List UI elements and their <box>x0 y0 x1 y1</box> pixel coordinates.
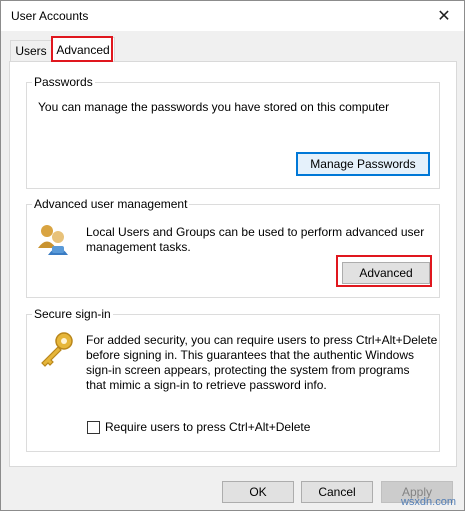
secure-sign-in-line3: sign-in screen appears, protecting the s… <box>86 363 410 377</box>
close-button[interactable]: ✕ <box>424 1 464 31</box>
cancel-button[interactable]: Cancel <box>301 481 373 503</box>
users-group-icon <box>36 222 72 256</box>
title-bar: User Accounts ✕ <box>1 1 464 31</box>
watermark: wsxdn.com <box>400 496 456 508</box>
secure-sign-in-label: Secure sign-in <box>32 307 113 321</box>
key-icon <box>36 330 76 370</box>
cancel-button-label: Cancel <box>318 485 356 499</box>
advanced-button[interactable]: Advanced <box>342 262 430 284</box>
tab-advanced[interactable]: Advanced <box>51 37 115 61</box>
dialog-footer: OK Cancel Apply wsxdn.com <box>1 467 464 510</box>
secure-sign-in-line1: For added security, you can require user… <box>86 333 438 347</box>
secure-sign-in-line2: before signing in. This guarantees that … <box>86 348 414 362</box>
advanced-tab-panel: Passwords You can manage the passwords y… <box>9 61 457 467</box>
secure-sign-in-line4: that mimic a sign-in to retrieve passwor… <box>86 378 327 392</box>
passwords-description: You can manage the passwords you have st… <box>38 100 390 114</box>
advanced-user-management-line2: management tasks. <box>86 240 191 254</box>
user-accounts-window: User Accounts ✕ Users Advanced Passwords… <box>0 0 465 511</box>
tab-users-label: Users <box>15 44 47 58</box>
advanced-user-management-label: Advanced user management <box>32 197 190 211</box>
window-title: User Accounts <box>11 9 89 23</box>
close-icon: ✕ <box>437 8 451 25</box>
advanced-user-management-line1: Local Users and Groups can be used to pe… <box>86 225 425 239</box>
passwords-group-label: Passwords <box>32 75 95 89</box>
tab-users[interactable]: Users <box>10 40 52 61</box>
advanced-button-label: Advanced <box>359 266 413 280</box>
ok-button-label: OK <box>249 485 267 499</box>
manage-passwords-button-label: Manage Passwords <box>310 157 416 171</box>
manage-passwords-button[interactable]: Manage Passwords <box>296 152 430 176</box>
tab-advanced-label: Advanced <box>56 42 110 57</box>
ok-button[interactable]: OK <box>222 481 294 503</box>
ctrl-alt-delete-checkbox-label[interactable]: Require users to press Ctrl+Alt+Delete <box>105 420 310 435</box>
tab-strip: Users Advanced <box>1 31 464 61</box>
ctrl-alt-delete-checkbox[interactable] <box>87 421 100 434</box>
